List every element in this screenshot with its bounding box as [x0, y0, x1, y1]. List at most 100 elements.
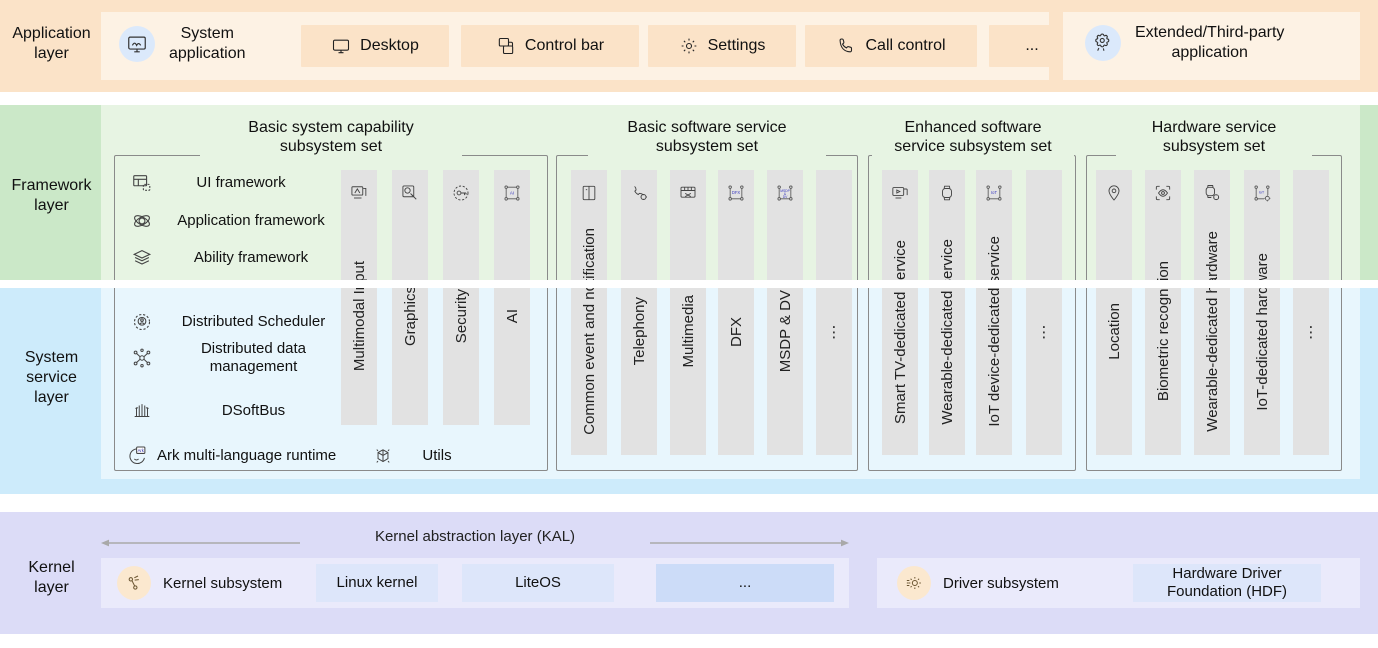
column-multimedia[interactable]: Multimedia — [670, 170, 706, 455]
kernel-chip-more[interactable]: ... — [656, 564, 834, 602]
system-application-entry[interactable]: System application — [119, 24, 246, 63]
column-msdp-dv[interactable]: MSDP & DV MSDP & DV — [767, 170, 803, 455]
column-hardware-service-more-label: ⋮ — [1304, 323, 1319, 341]
kernel-subsystem-icon — [117, 566, 151, 600]
column-smart-tv-dedicated-service[interactable]: Smart TV-dedicated service — [882, 170, 918, 455]
column-iot-device-dedicated-service[interactable]: IoT IoT device-dedicated service — [976, 170, 1012, 455]
system-application-icon — [119, 26, 155, 62]
system-application-panel: System application Desktop Control bar — [101, 12, 1049, 80]
column-common-event-and-notification[interactable]: Common event and notification — [571, 170, 607, 455]
app-chip-settings-label: Settings — [708, 37, 766, 55]
wearable-icon — [937, 178, 957, 208]
puzzle-icon — [1085, 25, 1121, 61]
app-chip-desktop[interactable]: Desktop — [301, 25, 449, 67]
column-iot-dedicated-hardware-label: IoT-dedicated hardware — [1254, 253, 1271, 411]
multimedia-icon — [678, 178, 698, 208]
app-chip-call-control[interactable]: Call control — [805, 25, 977, 67]
band-gap-divider — [0, 280, 1378, 288]
extended-application-entry[interactable]: Extended/Third-party application — [1085, 23, 1284, 62]
column-iot-dedicated-hardware[interactable]: IoT IoT-dedicated hardware — [1244, 170, 1280, 455]
column-telephony[interactable]: Telephony — [621, 170, 657, 455]
group-title-basic-software-service: Basic software service subsystem set — [575, 118, 839, 156]
system-application-label: System application — [169, 24, 246, 63]
column-enhanced-software-more-label: ⋮ — [1037, 323, 1052, 341]
driver-chip-hdf-label: Hardware Driver Foundation (HDF) — [1167, 565, 1287, 601]
framework-layer-label: Framework layer — [4, 176, 99, 216]
column-wearable-dedicated-service-label: Wearable-dedicated service — [939, 239, 956, 425]
iot-device-icon: IoT — [984, 178, 1004, 208]
column-iot-device-dedicated-service-label: IoT device-dedicated service — [986, 236, 1003, 427]
column-enhanced-software-more[interactable]: ⋮ — [1026, 170, 1062, 455]
column-dfx[interactable]: DFX DFX — [718, 170, 754, 455]
driver-subsystem-icon — [897, 566, 931, 600]
column-security[interactable]: Security — [443, 170, 479, 425]
service-item-distributed-scheduler[interactable]: Distributed Scheduler — [129, 309, 349, 335]
app-chip-control-bar[interactable]: Control bar — [461, 25, 639, 67]
framework-item-ui-framework[interactable]: UI framework — [129, 170, 329, 196]
monitor-icon — [331, 36, 351, 56]
column-location-label: Location — [1106, 303, 1123, 360]
column-security-label: Security — [453, 289, 470, 343]
svg-text:AI: AI — [510, 190, 514, 195]
svg-text:IoT: IoT — [991, 190, 997, 195]
column-wearable-dedicated-hardware-label: Wearable-dedicated hardware — [1204, 231, 1221, 432]
service-item-dsoftbus[interactable]: DSoftBus — [129, 398, 349, 424]
kernel-subsystem-label: Kernel subsystem — [163, 575, 282, 592]
common-event-notification-icon — [579, 178, 599, 208]
column-wearable-dedicated-service[interactable]: Wearable-dedicated service — [929, 170, 965, 455]
column-biometric-recognition[interactable]: Biometric recognition — [1145, 170, 1181, 455]
kal-label: Kernel abstraction layer (KAL) — [300, 528, 650, 545]
kernel-chip-liteos-label: LiteOS — [515, 574, 561, 592]
architecture-diagram: Application layer System application — [0, 0, 1378, 648]
framework-item-ui-framework-label: UI framework — [161, 174, 321, 192]
multimodal-input-icon — [349, 178, 369, 208]
kernel-chip-linux[interactable]: Linux kernel — [316, 564, 438, 602]
distributed-data-management-icon — [129, 345, 155, 371]
column-ai[interactable]: AI AI — [494, 170, 530, 425]
framework-item-ability-framework[interactable]: Ability framework — [129, 245, 349, 271]
column-basic-software-more[interactable]: ⋮ — [816, 170, 852, 455]
column-multimodal-input[interactable]: Multimodal Input — [341, 170, 377, 425]
system-service-layer-label: System service layer — [4, 348, 99, 408]
kernel-chip-liteos[interactable]: LiteOS — [462, 564, 614, 602]
application-layer-label-line1: Application — [4, 24, 99, 44]
service-item-utils[interactable]: Utils — [370, 443, 500, 469]
extended-application-panel: Extended/Third-party application — [1063, 12, 1360, 80]
column-multimodal-input-label: Multimodal Input — [351, 261, 368, 371]
app-chip-control-bar-label: Control bar — [525, 37, 604, 55]
group-title-enhanced-software-service: Enhanced software service subsystem set — [862, 118, 1084, 156]
column-wearable-dedicated-hardware[interactable]: Wearable-dedicated hardware — [1194, 170, 1230, 455]
column-graphics[interactable]: Graphics — [392, 170, 428, 425]
ui-framework-icon — [129, 170, 155, 196]
column-basic-software-more-label: ⋮ — [827, 323, 842, 341]
group-title-hardware-service: Hardware service subsystem set — [1092, 118, 1336, 156]
column-dfx-label: DFX — [728, 317, 745, 347]
wearable-hardware-icon — [1202, 178, 1222, 208]
framework-item-ability-framework-label: Ability framework — [161, 249, 341, 267]
kernel-subsystem-entry[interactable]: Kernel subsystem — [117, 566, 282, 600]
column-hardware-service-more[interactable]: ⋮ — [1293, 170, 1329, 455]
kernel-layer-label: Kernel layer — [4, 558, 99, 598]
ability-framework-icon — [129, 245, 155, 271]
kernel-chip-linux-label: Linux kernel — [337, 574, 418, 592]
column-graphics-label: Graphics — [402, 286, 419, 346]
svg-text:IoT: IoT — [1259, 191, 1265, 195]
framework-item-application-framework[interactable]: Application framework — [129, 208, 349, 234]
dfx-icon: DFX — [726, 178, 746, 208]
column-multimedia-label: Multimedia — [680, 295, 697, 368]
app-chip-call-control-label: Call control — [865, 37, 945, 55]
application-layer-label-line2: layer — [4, 44, 99, 64]
service-item-distributed-data-management[interactable]: Distributed data management — [129, 340, 349, 376]
kernel-subsystem-panel: Kernel subsystem Linux kernel LiteOS ... — [101, 558, 849, 608]
driver-chip-hdf[interactable]: Hardware Driver Foundation (HDF) — [1133, 564, 1321, 602]
driver-subsystem-entry[interactable]: Driver subsystem — [897, 566, 1059, 600]
service-item-distributed-scheduler-label: Distributed Scheduler — [161, 313, 346, 331]
service-item-ark-runtime[interactable]: Ark Ark multi-language runtime — [125, 443, 365, 469]
control-bar-icon — [496, 36, 516, 56]
column-ai-label: AI — [504, 309, 521, 323]
app-chip-desktop-label: Desktop — [360, 37, 419, 55]
extended-application-label: Extended/Third-party application — [1135, 23, 1284, 62]
app-chip-settings[interactable]: Settings — [648, 25, 796, 67]
iot-hardware-icon: IoT — [1252, 178, 1272, 208]
column-location[interactable]: Location — [1096, 170, 1132, 455]
